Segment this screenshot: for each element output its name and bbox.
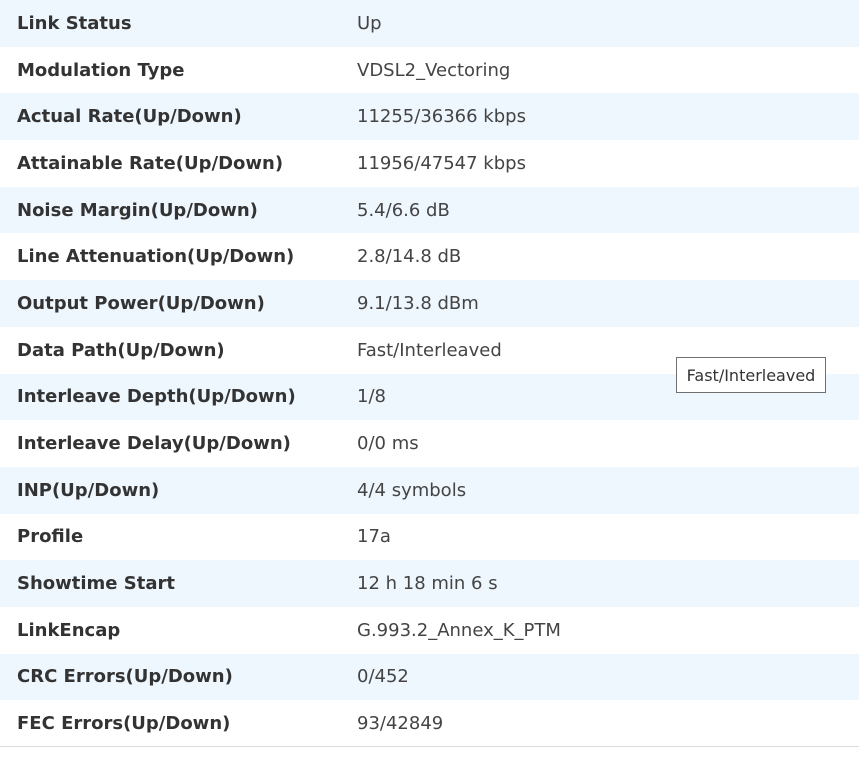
row-value: 11956/47547 kbps [357, 152, 526, 174]
row-value: Up [357, 12, 382, 34]
row-value: 93/42849 [357, 713, 444, 735]
row-inp: INP(Up/Down) 4/4 symbols [0, 466, 859, 514]
table-bottom-divider [0, 746, 859, 747]
row-label: Link Status [17, 12, 132, 34]
row-value: 17a [357, 526, 391, 548]
row-value: 0/0 ms [357, 433, 419, 455]
row-actual-rate: Actual Rate(Up/Down) 11255/36366 kbps [0, 93, 859, 141]
row-value: 2.8/14.8 dB [357, 246, 462, 268]
row-label: FEC Errors(Up/Down) [17, 713, 231, 735]
row-link-encap: LinkEncap G.993.2_Annex_K_PTM [0, 607, 859, 654]
row-line-attenuation: Line Attenuation(Up/Down) 2.8/14.8 dB [0, 233, 859, 280]
row-label: Profile [17, 526, 84, 548]
row-interleave-delay: Interleave Delay(Up/Down) 0/0 ms [0, 420, 859, 467]
row-profile: Profile 17a [0, 514, 859, 561]
row-label: CRC Errors(Up/Down) [17, 666, 233, 688]
row-attainable-rate: Attainable Rate(Up/Down) 11956/47547 kbp… [0, 140, 859, 187]
row-label: INP(Up/Down) [17, 479, 160, 501]
row-label: Showtime Start [17, 573, 175, 595]
row-label: Line Attenuation(Up/Down) [17, 246, 295, 268]
row-label: Attainable Rate(Up/Down) [17, 152, 284, 174]
row-label: Data Path(Up/Down) [17, 339, 225, 361]
row-value: 5.4/6.6 dB [357, 199, 450, 221]
row-fec-errors: FEC Errors(Up/Down) 93/42849 [0, 700, 859, 747]
row-link-status: Link Status Up [0, 0, 859, 47]
row-modulation-type: Modulation Type VDSL2_Vectoring [0, 47, 859, 94]
row-label: Interleave Delay(Up/Down) [17, 433, 291, 455]
row-value: 9.1/13.8 dBm [357, 292, 479, 314]
row-label: Noise Margin(Up/Down) [17, 199, 258, 221]
row-label: Interleave Depth(Up/Down) [17, 386, 296, 408]
row-label: Actual Rate(Up/Down) [17, 106, 242, 128]
row-value: 12 h 18 min 6 s [357, 573, 498, 595]
row-showtime-start: Showtime Start 12 h 18 min 6 s [0, 560, 859, 607]
row-label: Modulation Type [17, 59, 185, 81]
row-crc-errors: CRC Errors(Up/Down) 0/452 [0, 653, 859, 701]
row-value: VDSL2_Vectoring [357, 59, 511, 81]
row-value: 4/4 symbols [357, 479, 467, 501]
row-noise-margin: Noise Margin(Up/Down) 5.4/6.6 dB [0, 186, 859, 234]
row-label: Output Power(Up/Down) [17, 292, 265, 314]
row-output-power: Output Power(Up/Down) 9.1/13.8 dBm [0, 280, 859, 327]
row-value: 0/452 [357, 666, 409, 688]
row-value: G.993.2_Annex_K_PTM [357, 619, 561, 641]
hover-tooltip: Fast/Interleaved [676, 357, 826, 393]
row-label: LinkEncap [17, 619, 121, 641]
row-value: 11255/36366 kbps [357, 106, 526, 128]
